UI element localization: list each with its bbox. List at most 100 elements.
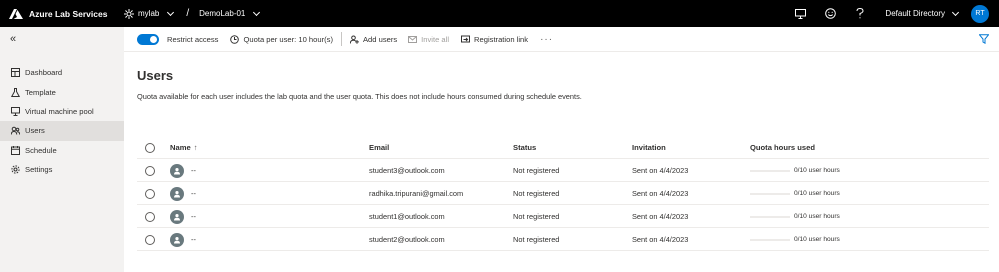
- sidebar-nav: Dashboard Template Virtual machine pool …: [0, 63, 124, 179]
- sidebar-item-label: Schedule: [25, 145, 57, 155]
- quota-per-user-label: Quota per user: 10 hour(s): [243, 34, 333, 44]
- feedback-smiley-icon[interactable]: [815, 0, 845, 27]
- breadcrumb-separator: /: [186, 8, 190, 19]
- clock-icon: [230, 34, 240, 44]
- collapse-sidebar-icon[interactable]: «: [10, 33, 16, 45]
- user-status: Not registered: [513, 166, 560, 175]
- vm-icon: [11, 106, 20, 116]
- users-table: Name ↑ Email Status Invitation Quota hou…: [137, 136, 989, 251]
- sidebar-item-label: Users: [25, 126, 45, 136]
- sidebar-item-label: Virtual machine pool: [25, 106, 94, 116]
- sidebar-item-schedule[interactable]: Schedule: [0, 141, 124, 160]
- quota-text: 0/10 user hours: [794, 190, 840, 197]
- user-email: student1@outlook.com: [369, 212, 445, 221]
- user-name-cell: --: [170, 228, 196, 251]
- dashboard-icon: [11, 68, 20, 78]
- chevron-down-icon: [167, 8, 175, 17]
- user-avatar-icon: [170, 209, 184, 224]
- add-users-button[interactable]: Add users: [349, 35, 397, 44]
- link-icon: [461, 35, 471, 42]
- lab-plan-selector[interactable]: mylab: [124, 8, 175, 19]
- user-status: Not registered: [513, 212, 560, 221]
- sort-ascending-icon: ↑: [193, 143, 198, 152]
- user-name: --: [191, 166, 196, 175]
- user-email: student3@outlook.com: [369, 166, 445, 175]
- restrict-access-toggle[interactable]: [137, 33, 159, 45]
- sidebar-item-template[interactable]: Template: [0, 82, 124, 101]
- invite-all-label: Invite all: [421, 34, 450, 44]
- gear-icon: [11, 165, 20, 174]
- column-header-email[interactable]: Email: [369, 136, 389, 159]
- quota-text: 0/10 user hours: [794, 213, 840, 220]
- sidebar-item-label: Dashboard: [25, 68, 63, 78]
- command-separator: [340, 32, 342, 46]
- user-status: Not registered: [513, 235, 560, 244]
- quota-per-user-button[interactable]: Quota per user: 10 hour(s): [230, 34, 333, 44]
- table-row[interactable]: -- student3@outlook.com Not registered S…: [137, 159, 989, 182]
- sidebar-item-label: Template: [25, 87, 56, 97]
- user-invitation: Sent on 4/4/2023: [632, 212, 689, 221]
- select-all-radio[interactable]: [145, 136, 155, 159]
- quota-text: 0/10 user hours: [794, 236, 840, 243]
- directory-name: Default Directory: [885, 9, 945, 18]
- column-header-status[interactable]: Status: [513, 136, 536, 159]
- user-avatar[interactable]: RT: [971, 4, 989, 23]
- row-select-radio[interactable]: [145, 205, 155, 228]
- user-avatar-icon: [170, 186, 184, 201]
- sidebar-item-dashboard[interactable]: Dashboard: [0, 63, 124, 82]
- app-brand[interactable]: Azure Lab Services: [0, 8, 124, 19]
- top-bar: Azure Lab Services mylab / DemoLab-01 De…: [0, 0, 999, 27]
- table-row[interactable]: -- radhika.tripurani@gmail.com Not regis…: [137, 182, 989, 205]
- user-quota-cell: 0/10 user hours: [750, 182, 840, 205]
- mail-icon: [408, 35, 418, 43]
- user-avatar-icon: [170, 163, 184, 178]
- invite-all-button[interactable]: Invite all: [408, 35, 449, 44]
- table-row[interactable]: -- student2@outlook.com Not registered S…: [137, 228, 989, 251]
- row-select-radio[interactable]: [145, 159, 155, 182]
- user-email: student2@outlook.com: [369, 235, 445, 244]
- quota-progress-bar: [750, 192, 790, 195]
- quota-text: 0/10 user hours: [794, 167, 840, 174]
- user-name: --: [191, 189, 196, 198]
- command-bar: Restrict access Quota per user: 10 hour(…: [124, 27, 999, 52]
- lab-selector[interactable]: DemoLab-01: [199, 8, 261, 18]
- row-select-radio[interactable]: [145, 182, 155, 205]
- column-header-name-label: Name: [170, 143, 191, 152]
- monitor-icon[interactable]: [785, 0, 815, 27]
- chevron-down-icon: [253, 8, 261, 17]
- filter-icon[interactable]: [978, 34, 990, 46]
- add-user-icon: [349, 35, 359, 44]
- quota-progress-bar: [750, 215, 790, 218]
- column-header-invitation[interactable]: Invitation: [632, 136, 666, 159]
- sidebar: « Dashboard Template Virtual machine poo…: [0, 27, 124, 272]
- sidebar-item-virtual-machine-pool[interactable]: Virtual machine pool: [0, 102, 124, 121]
- table-header-row: Name ↑ Email Status Invitation Quota hou…: [137, 136, 989, 159]
- sidebar-item-users[interactable]: Users: [0, 121, 124, 141]
- user-name: --: [191, 212, 196, 221]
- chevron-down-icon: [951, 8, 960, 17]
- row-select-radio[interactable]: [145, 228, 155, 251]
- sidebar-item-settings[interactable]: Settings: [0, 160, 124, 179]
- column-header-quota[interactable]: Quota hours used: [750, 136, 815, 159]
- column-header-name[interactable]: Name ↑: [170, 136, 197, 159]
- user-status: Not registered: [513, 189, 560, 198]
- lab-plan-name: mylab: [138, 9, 160, 18]
- sidebar-item-label: Settings: [25, 165, 53, 175]
- lab-name: DemoLab-01: [199, 9, 246, 18]
- user-quota-cell: 0/10 user hours: [750, 159, 840, 182]
- directory-selector[interactable]: Default Directory: [885, 8, 960, 18]
- registration-link-button[interactable]: Registration link: [461, 35, 528, 44]
- page-description: Quota available for each user includes t…: [137, 92, 582, 101]
- user-quota-cell: 0/10 user hours: [750, 205, 840, 228]
- user-email: radhika.tripurani@gmail.com: [369, 189, 464, 198]
- help-icon[interactable]: [845, 0, 875, 27]
- user-quota-cell: 0/10 user hours: [750, 228, 840, 251]
- user-name-cell: --: [170, 159, 196, 182]
- user-invitation: Sent on 4/4/2023: [632, 189, 689, 198]
- registration-link-label: Registration link: [474, 34, 529, 44]
- azure-logo-icon: [9, 8, 23, 19]
- user-name: --: [191, 235, 196, 244]
- table-row[interactable]: -- student1@outlook.com Not registered S…: [137, 205, 989, 228]
- restrict-access-label: Restrict access: [167, 34, 219, 44]
- more-options-icon[interactable]: ···: [540, 34, 553, 45]
